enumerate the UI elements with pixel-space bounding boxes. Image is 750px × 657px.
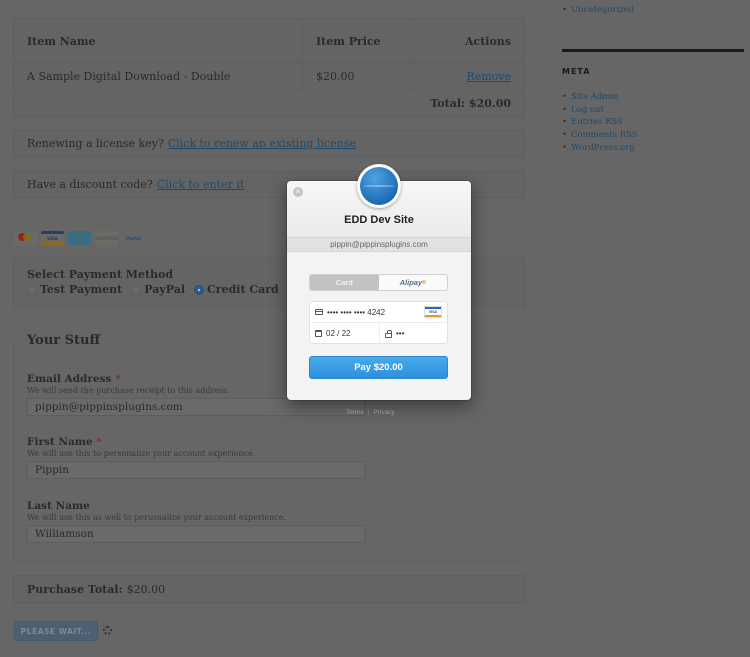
cart-total: Total: $20.00 (430, 97, 511, 110)
cvc-input[interactable]: ••• (380, 323, 447, 344)
category-link[interactable]: Uncategorized (571, 5, 634, 15)
purchase-total-bar: Purchase Total: $20.00 (13, 575, 525, 603)
item-name: A Sample Digital Download - Double (14, 64, 303, 89)
stripe-checkout-modal: × EDD Dev Site pippin@pippinsplugins.com… (287, 181, 471, 400)
modal-site-name: EDD Dev Site (344, 214, 414, 226)
required-marker: * (115, 373, 121, 385)
item-price: $20.00 (303, 64, 414, 89)
sidebar-categories: Uncategorized (562, 4, 634, 17)
header-actions: Actions (464, 34, 511, 48)
first-name-field-group: First Name * We will use this to persona… (27, 436, 365, 479)
sidebar-item-entries-rss: Entries RSS (562, 116, 638, 129)
privacy-link[interactable]: Privacy (373, 409, 394, 416)
log-out-link[interactable]: Log out (571, 105, 604, 115)
email-input[interactable]: pippin@pippinsplugins.com (27, 398, 365, 416)
radio-paypal[interactable]: PayPal (131, 283, 185, 296)
sidebar-meta-links: Site Admin Log out Entries RSS Comments … (562, 91, 638, 155)
checkout-page: Item Name Item Price Actions A Sample Di… (0, 0, 750, 657)
sidebar-item-wordpress-org: WordPress.org (562, 142, 638, 155)
tab-alipay[interactable]: Alipay ® (378, 275, 447, 290)
last-name-label: Last Name (27, 500, 90, 512)
wordpress-org-link[interactable]: WordPress.org (571, 143, 635, 153)
mastercard-icon (14, 231, 37, 245)
visa-icon: VISA (41, 231, 64, 245)
card-number-value: •••• •••• •••• 4242 (327, 307, 386, 317)
site-admin-link[interactable]: Site Admin (571, 92, 619, 102)
tab-card[interactable]: Card (310, 275, 379, 290)
enter-discount-link[interactable]: Click to enter it (157, 178, 245, 191)
accepted-cards: VISA DISCOVER PayPal (14, 231, 145, 245)
radio-circle[interactable] (27, 284, 37, 295)
renew-question: Renewing a license key? (27, 137, 164, 150)
renew-license-bar: Renewing a license key? Click to renew a… (13, 130, 525, 157)
radio-label: Credit Card (207, 283, 279, 296)
radio-label: PayPal (144, 283, 186, 296)
loading-spinner-icon (103, 626, 112, 635)
first-name-description: We will use this to personalize your acc… (27, 449, 256, 458)
cart-table: Item Name Item Price Actions A Sample Di… (13, 18, 525, 117)
purchase-total-value: $20.00 (126, 582, 166, 596)
discount-question: Have a discount code? (27, 178, 153, 191)
visa-brand-icon: VISA (425, 307, 441, 317)
entries-rss-link[interactable]: Entries RSS (571, 117, 623, 127)
sidebar-item-uncategorized: Uncategorized (562, 4, 634, 17)
close-icon[interactable]: × (293, 187, 303, 197)
radio-circle[interactable] (131, 284, 142, 295)
card-number-input[interactable]: •••• •••• •••• 4242 VISA (310, 302, 447, 323)
comments-rss-link[interactable]: Comments RSS (571, 130, 638, 140)
sidebar-item-site-admin: Site Admin (562, 91, 638, 104)
header-item-price: Item Price (303, 19, 414, 63)
sidebar-item-comments-rss: Comments RSS (562, 129, 638, 142)
site-logo-avatar (357, 164, 401, 208)
first-name-label: First Name (27, 436, 93, 448)
first-name-input[interactable]: Pippin (27, 461, 365, 479)
required-marker: * (96, 436, 102, 448)
expiry-input[interactable]: 02 / 22 (310, 323, 380, 344)
alipay-mark: ® (422, 279, 426, 286)
table-row: A Sample Digital Download - Double $20.0… (14, 64, 524, 90)
last-name-field-group: Last Name We will use this as well to pe… (27, 500, 365, 543)
meta-widget-title: META (562, 67, 591, 76)
amex-icon (68, 231, 91, 245)
last-name-description: We will use this as well to personalize … (27, 513, 286, 522)
payment-tabs: Card Alipay ® (309, 274, 448, 291)
radio-credit-card[interactable]: Credit Card (194, 283, 279, 296)
remove-link[interactable]: Remove (466, 70, 511, 83)
purchase-submit-button[interactable]: PLEASE WAIT... (14, 621, 98, 641)
discover-icon: DISCOVER (95, 231, 118, 245)
lock-icon (385, 329, 392, 338)
sidebar-item-log-out: Log out (562, 104, 638, 117)
modal-email: pippin@pippinsplugins.com (287, 237, 471, 252)
cart-header-row: Item Name Item Price Actions (14, 19, 524, 64)
logo-image-icon (360, 167, 398, 205)
calendar-icon (315, 330, 322, 337)
header-item-name: Item Name (14, 19, 303, 63)
footer-separator: | (367, 409, 370, 416)
radio-label: Test Payment (40, 283, 123, 296)
radio-test-payment[interactable]: Test Payment (27, 283, 122, 296)
modal-footer: Terms | Privacy (346, 409, 395, 416)
terms-link[interactable]: Terms (346, 409, 364, 416)
alipay-label: Alipay (399, 278, 423, 287)
purchase-total-label: Purchase Total: (27, 582, 123, 596)
email-label: Email Address (27, 373, 112, 385)
pay-button[interactable]: Pay $20.00 (309, 356, 448, 379)
last-name-input[interactable]: Williamson (27, 525, 365, 543)
expiry-value: 02 / 22 (326, 329, 351, 338)
your-stuff-title: Your Stuff (27, 333, 101, 348)
credit-card-icon (315, 309, 323, 315)
cvc-value: ••• (396, 329, 405, 338)
card-details-box: •••• •••• •••• 4242 VISA 02 / 22 ••• (309, 301, 448, 344)
radio-circle-selected[interactable] (194, 284, 205, 295)
paypal-icon: PayPal (122, 231, 145, 245)
renew-license-link[interactable]: Click to renew an existing license (168, 137, 356, 150)
sidebar-divider (562, 49, 744, 52)
